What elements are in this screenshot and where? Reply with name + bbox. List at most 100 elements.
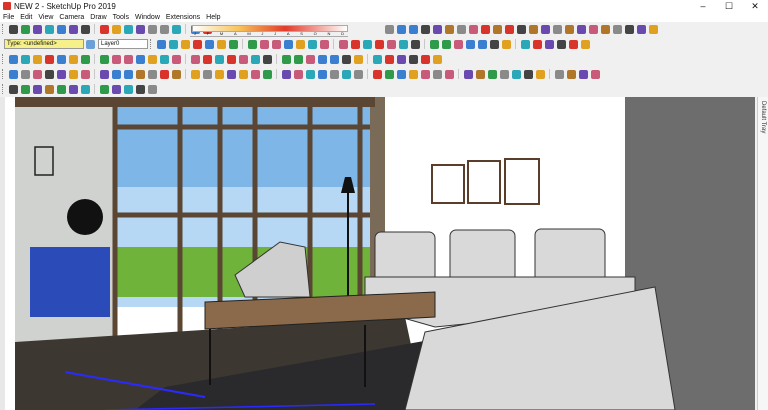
save-icon[interactable] bbox=[32, 24, 42, 34]
tape-icon[interactable] bbox=[202, 69, 212, 79]
shadow-toggle-icon[interactable] bbox=[159, 24, 169, 34]
light-icon[interactable] bbox=[123, 84, 133, 94]
union-icon[interactable] bbox=[504, 24, 514, 34]
3d-text-icon[interactable] bbox=[262, 69, 272, 79]
layer-select[interactable]: Layer0 bbox=[98, 39, 148, 49]
minimize-button[interactable]: – bbox=[690, 0, 716, 12]
circle-icon[interactable] bbox=[247, 39, 257, 49]
geo-icon[interactable] bbox=[523, 69, 533, 79]
display-section-icon[interactable] bbox=[636, 24, 646, 34]
menu-extensions[interactable]: Extensions bbox=[163, 14, 203, 21]
toolbar-grip[interactable] bbox=[150, 39, 153, 49]
top-view-icon[interactable] bbox=[384, 54, 394, 64]
fog-icon[interactable] bbox=[171, 24, 181, 34]
maximize-button[interactable]: ☐ bbox=[716, 0, 742, 12]
eraser-icon[interactable] bbox=[44, 54, 54, 64]
back-view-icon[interactable] bbox=[420, 54, 430, 64]
settings-icon[interactable] bbox=[648, 24, 658, 34]
rectangle-icon[interactable] bbox=[228, 39, 238, 49]
select-icon[interactable] bbox=[8, 69, 18, 79]
offset-icon[interactable] bbox=[190, 69, 200, 79]
sandbox-from-contours-icon[interactable] bbox=[372, 69, 382, 79]
close-button[interactable]: ✕ bbox=[742, 0, 768, 12]
smoove-icon[interactable] bbox=[396, 69, 406, 79]
polygon-icon[interactable] bbox=[259, 39, 269, 49]
rotate-icon[interactable] bbox=[468, 24, 478, 34]
tape-measure-icon[interactable] bbox=[171, 54, 181, 64]
render-icon[interactable] bbox=[147, 84, 157, 94]
chair-icon[interactable] bbox=[44, 84, 54, 94]
3d-text-icon[interactable] bbox=[386, 39, 396, 49]
zoom-window-icon[interactable] bbox=[293, 54, 303, 64]
menu-camera[interactable]: Camera bbox=[56, 14, 87, 21]
orbit-icon[interactable] bbox=[398, 39, 408, 49]
line-icon[interactable] bbox=[44, 69, 54, 79]
redo-icon[interactable] bbox=[111, 24, 121, 34]
3d-text-icon[interactable] bbox=[238, 54, 248, 64]
stamp-icon[interactable] bbox=[408, 69, 418, 79]
look-around-icon[interactable] bbox=[477, 39, 487, 49]
rotate-icon[interactable] bbox=[283, 39, 293, 49]
axes-icon[interactable] bbox=[374, 39, 384, 49]
scale-icon[interactable] bbox=[480, 24, 490, 34]
tag-icon[interactable] bbox=[554, 69, 564, 79]
iso-view-icon[interactable] bbox=[372, 54, 382, 64]
door-icon[interactable] bbox=[80, 84, 90, 94]
right-view-icon[interactable] bbox=[408, 54, 418, 64]
model-viewport[interactable] bbox=[5, 97, 755, 410]
move-icon[interactable] bbox=[271, 39, 281, 49]
default-tray[interactable]: Default Tray bbox=[757, 97, 768, 410]
paint-icon[interactable] bbox=[32, 69, 42, 79]
eraser-icon[interactable] bbox=[192, 39, 202, 49]
section-icon[interactable] bbox=[281, 69, 291, 79]
type-field[interactable]: Type: <undefined> bbox=[4, 39, 84, 49]
left-view-icon[interactable] bbox=[580, 39, 590, 49]
copy-icon[interactable] bbox=[56, 24, 66, 34]
dimension-icon[interactable] bbox=[338, 39, 348, 49]
select-icon[interactable] bbox=[156, 39, 166, 49]
look-around-icon[interactable] bbox=[329, 54, 339, 64]
walk-icon[interactable] bbox=[317, 54, 327, 64]
lamp-icon[interactable] bbox=[32, 84, 42, 94]
menu-draw[interactable]: Draw bbox=[87, 14, 109, 21]
follow-me-icon[interactable] bbox=[159, 69, 169, 79]
undo-icon[interactable] bbox=[99, 24, 109, 34]
arc-icon[interactable] bbox=[216, 39, 226, 49]
print-icon[interactable] bbox=[123, 24, 133, 34]
pan-icon[interactable] bbox=[410, 39, 420, 49]
select-icon[interactable] bbox=[8, 54, 18, 64]
pan-icon[interactable] bbox=[262, 54, 272, 64]
model-info-icon[interactable] bbox=[135, 24, 145, 34]
component-icon[interactable] bbox=[168, 39, 178, 49]
text-icon[interactable] bbox=[362, 39, 372, 49]
material-icon[interactable] bbox=[578, 69, 588, 79]
solid-inspector-icon[interactable] bbox=[463, 69, 473, 79]
wireframe-icon[interactable] bbox=[384, 24, 394, 34]
right-view-icon[interactable] bbox=[556, 39, 566, 49]
protractor-icon[interactable] bbox=[214, 69, 224, 79]
section-plane-icon[interactable] bbox=[624, 24, 634, 34]
zoom-extents-icon[interactable] bbox=[453, 39, 463, 49]
menu-window[interactable]: Window bbox=[132, 14, 163, 21]
components-icon[interactable] bbox=[576, 24, 586, 34]
scale-icon[interactable] bbox=[295, 39, 305, 49]
trim-icon[interactable] bbox=[528, 24, 538, 34]
position-icon[interactable] bbox=[353, 69, 363, 79]
rotate-icon[interactable] bbox=[135, 54, 145, 64]
menu-tools[interactable]: Tools bbox=[110, 14, 132, 21]
car-icon[interactable] bbox=[8, 84, 18, 94]
flip-edge-icon[interactable] bbox=[444, 69, 454, 79]
walk-icon[interactable] bbox=[329, 69, 339, 79]
back-view-icon[interactable] bbox=[568, 39, 578, 49]
orbit-icon[interactable] bbox=[250, 54, 260, 64]
dimension-icon[interactable] bbox=[226, 69, 236, 79]
front-view-icon[interactable] bbox=[544, 39, 554, 49]
sandbox-icon[interactable] bbox=[501, 39, 511, 49]
upload-icon[interactable] bbox=[588, 24, 598, 34]
shaded-icon[interactable] bbox=[408, 24, 418, 34]
warehouse-icon[interactable] bbox=[552, 24, 562, 34]
protractor-icon[interactable] bbox=[202, 54, 212, 64]
line-icon[interactable] bbox=[204, 39, 214, 49]
open-icon[interactable] bbox=[20, 24, 30, 34]
axes-icon[interactable] bbox=[226, 54, 236, 64]
